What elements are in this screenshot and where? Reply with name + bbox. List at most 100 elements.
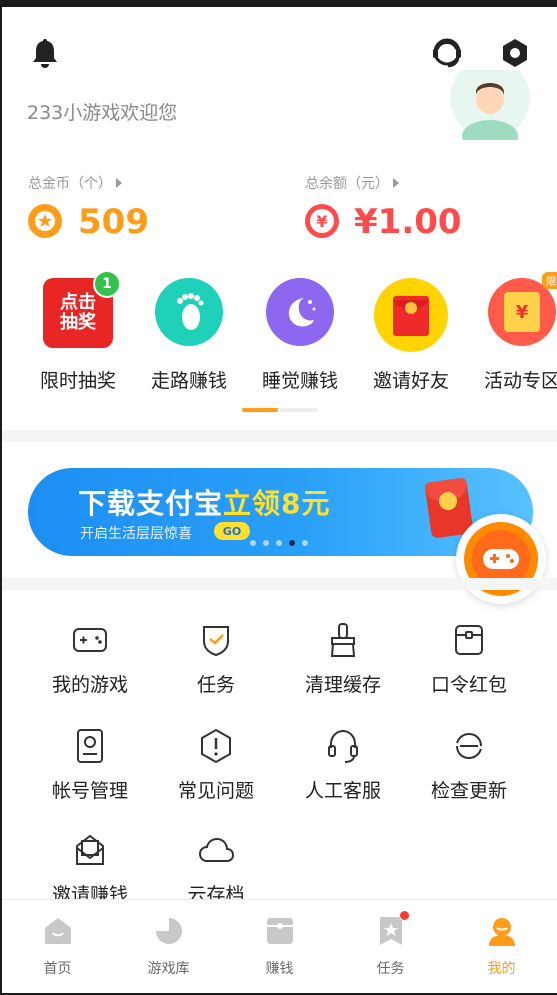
lottery-icon-text-2: 抽奖 [60, 312, 96, 333]
activity-icon: ¥ 限时 [488, 272, 557, 346]
task-icon [374, 910, 410, 948]
bell-icon[interactable] [28, 36, 62, 70]
quick-action-walk[interactable]: 走路赚钱 [134, 278, 244, 393]
quick-action-label: 限时抽奖 [39, 370, 116, 392]
tab-label: 游戏库 [147, 961, 190, 977]
grid-item-label: 常见问题 [177, 780, 254, 802]
footprint-icon [155, 278, 223, 346]
balance-label[interactable]: 总余额（元） [305, 173, 399, 193]
moon-icon [266, 278, 334, 346]
grid-item-tasks[interactable]: 任务 [153, 620, 279, 697]
gamepad-icon [70, 620, 110, 660]
grid-item-my-games[interactable]: 我的游戏 [27, 620, 153, 697]
profile-icon [485, 914, 519, 948]
quick-action-invite[interactable]: 邀请好友 [356, 278, 466, 393]
grid-item-label: 我的游戏 [51, 674, 128, 696]
avatar[interactable] [448, 70, 532, 140]
shield-check-icon [196, 620, 236, 660]
scroll-indicator-active [242, 408, 278, 412]
section-divider [2, 430, 557, 442]
gold-label[interactable]: 总金币（个） [28, 173, 122, 193]
quick-action-label: 活动专区 [483, 370, 557, 392]
tab-label: 我的 [487, 961, 516, 977]
home-icon [41, 914, 75, 948]
notification-dot [398, 910, 410, 921]
lottery-icon-text-1: 点击 [60, 292, 96, 313]
go-button[interactable]: GO [214, 522, 250, 540]
grid-item-account[interactable]: 帐号管理 [27, 726, 153, 803]
carousel-dot-active[interactable] [289, 540, 295, 546]
banner-title: 下载支付宝立领8元 [78, 482, 331, 522]
tab-earn[interactable]: 赚钱 [224, 914, 335, 978]
tab-game-library[interactable]: 游戏库 [113, 914, 224, 978]
lottery-icon: 点击 抽奖 1 [43, 270, 121, 348]
notification-badge: 1 [93, 270, 121, 298]
grid-item-cloud-save[interactable]: 云存档 [153, 830, 279, 907]
chevron-right-icon [116, 178, 122, 188]
gold-value: 509 [78, 202, 149, 242]
carousel-dot[interactable] [250, 540, 256, 546]
welcome-text: 233小游戏欢迎您 [27, 102, 178, 124]
question-icon [196, 726, 236, 766]
bottom-tab-bar: 首页 游戏库 赚钱 任务 我的 [2, 900, 557, 993]
tab-label: 任务 [376, 961, 405, 977]
carousel-dot[interactable] [302, 540, 308, 546]
grid-item-label: 检查更新 [430, 780, 507, 802]
grid-item-label: 任务 [196, 674, 235, 696]
quick-action-lottery[interactable]: 点击 抽奖 1 限时抽奖 [23, 270, 133, 393]
balance-label-text: 总余额（元） [305, 176, 389, 192]
frame-left [0, 7, 2, 995]
red-envelope-icon [374, 278, 448, 352]
tab-home[interactable]: 首页 [2, 914, 113, 978]
carousel-dot[interactable] [276, 540, 282, 546]
grid-item-label: 口令红包 [430, 674, 507, 696]
tab-profile[interactable]: 我的 [446, 914, 557, 978]
customer-service-icon[interactable] [428, 34, 466, 72]
grid-item-faq[interactable]: 常见问题 [153, 726, 279, 803]
grid-item-invite-earn[interactable]: 邀请赚钱 [27, 830, 153, 907]
balance-value: ¥1.00 [354, 202, 462, 242]
yuan-icon: ¥ [305, 204, 339, 238]
grid-item-clear-cache[interactable]: 清理缓存 [280, 620, 406, 697]
game-library-icon [152, 914, 186, 948]
grid-item-code-envelope[interactable]: 口令红包 [406, 620, 532, 697]
chevron-right-icon [393, 178, 399, 188]
coin-icon [28, 204, 62, 238]
envelope-icon [449, 620, 489, 660]
limited-badge: 限时 [542, 272, 557, 289]
brush-icon [323, 620, 363, 660]
tab-label: 赚钱 [265, 961, 294, 977]
grid-item-customer-service[interactable]: 人工客服 [280, 726, 406, 803]
quick-action-label: 睡觉赚钱 [261, 370, 338, 392]
grid-item-check-update[interactable]: 检查更新 [406, 726, 532, 803]
yuan-icon-text: ¥ [310, 209, 334, 233]
cloud-icon [196, 830, 236, 870]
floating-game-button[interactable] [456, 514, 546, 604]
carousel-dots [250, 540, 308, 546]
grid-item-label: 帐号管理 [51, 780, 128, 802]
banner-title-highlight: 立领8元 [223, 487, 331, 520]
settings-icon[interactable] [497, 35, 533, 71]
invite-icon [70, 830, 110, 870]
scroll-indicator [242, 408, 318, 412]
headset-icon [323, 726, 363, 766]
grid-item-label: 人工客服 [304, 780, 381, 802]
quick-action-activity[interactable]: ¥ 限时 活动专区 [467, 272, 557, 393]
banner-title-main: 下载支付宝 [78, 487, 224, 520]
refresh-icon [449, 726, 489, 766]
grid-item-label: 清理缓存 [304, 674, 381, 696]
section-divider [2, 578, 557, 590]
gold-label-text: 总金币（个） [28, 176, 112, 192]
promo-banner[interactable]: 下载支付宝立领8元 开启生活层层惊喜 GO [28, 468, 533, 556]
account-icon [70, 726, 110, 766]
status-bar [0, 0, 557, 7]
carousel-dot[interactable] [263, 540, 269, 546]
quick-action-sleep[interactable]: 睡觉赚钱 [245, 278, 355, 393]
tab-tasks[interactable]: 任务 [335, 910, 446, 978]
earn-icon [263, 914, 297, 948]
quick-action-label: 走路赚钱 [150, 370, 227, 392]
activity-icon-text: ¥ [504, 292, 540, 332]
quick-action-label: 邀请好友 [372, 370, 449, 392]
banner-subtitle: 开启生活层层惊喜 [80, 526, 192, 542]
tab-label: 首页 [43, 961, 72, 977]
